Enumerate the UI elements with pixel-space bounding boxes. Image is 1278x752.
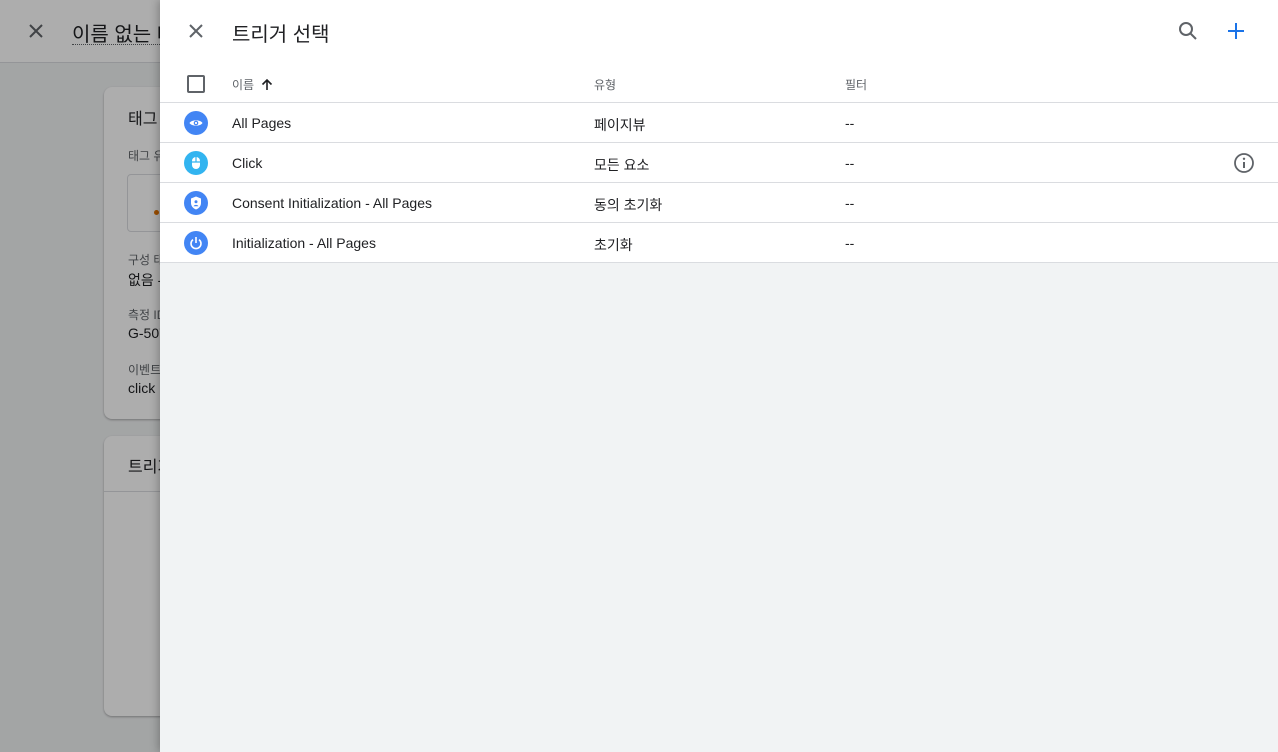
trigger-filter: -- [845,235,855,251]
search-button[interactable] [1176,19,1200,43]
add-trigger-button[interactable] [1224,19,1248,43]
trigger-type: 페이지뷰 [594,117,646,133]
info-icon[interactable] [1233,152,1255,174]
trigger-name: Consent Initialization - All Pages [232,195,432,211]
shield-icon [184,191,208,215]
trigger-row-click[interactable]: Click 모든 요소 -- [160,143,1278,183]
trigger-filter: -- [845,155,855,171]
trigger-row-all-pages[interactable]: All Pages 페이지뷰 -- [160,103,1278,143]
trigger-type: 동의 초기화 [594,197,663,213]
sheet-title: 트리거 선택 [232,24,330,46]
column-name-label: 이름 [232,78,255,92]
trigger-name: All Pages [232,115,292,131]
trigger-filter: -- [845,195,855,211]
sheet-header: 트리거 선택 [160,0,1278,62]
table-header: 이름 유형 필터 [160,62,1278,103]
power-icon [184,231,208,255]
trigger-row-consent-initialization[interactable]: Consent Initialization - All Pages 동의 초기… [160,183,1278,223]
column-header-type[interactable]: 유형 [594,76,616,93]
trigger-table: 이름 유형 필터 All Pages 페이지뷰 -- Click 모든 요소 -… [160,62,1278,263]
trigger-type: 초기화 [594,237,633,253]
trigger-type: 모든 요소 [594,157,650,173]
sort-ascending-icon [260,78,274,92]
column-header-name[interactable]: 이름 [232,76,274,93]
column-header-filter[interactable]: 필터 [845,76,867,93]
search-icon [1179,22,1197,40]
trigger-filter: -- [845,115,855,131]
trigger-row-initialization[interactable]: Initialization - All Pages 초기화 -- [160,223,1278,263]
trigger-select-sheet: 트리거 선택 이름 유형 필터 All Pages 페이지뷰 -- Click … [160,0,1278,752]
trigger-name: Click [232,155,263,171]
select-all-checkbox[interactable] [187,75,205,93]
mouse-icon [184,151,208,175]
trigger-name: Initialization - All Pages [232,235,376,251]
plus-icon [1228,23,1244,39]
close-button[interactable] [184,19,208,43]
close-icon [189,24,203,38]
eye-icon [184,111,208,135]
